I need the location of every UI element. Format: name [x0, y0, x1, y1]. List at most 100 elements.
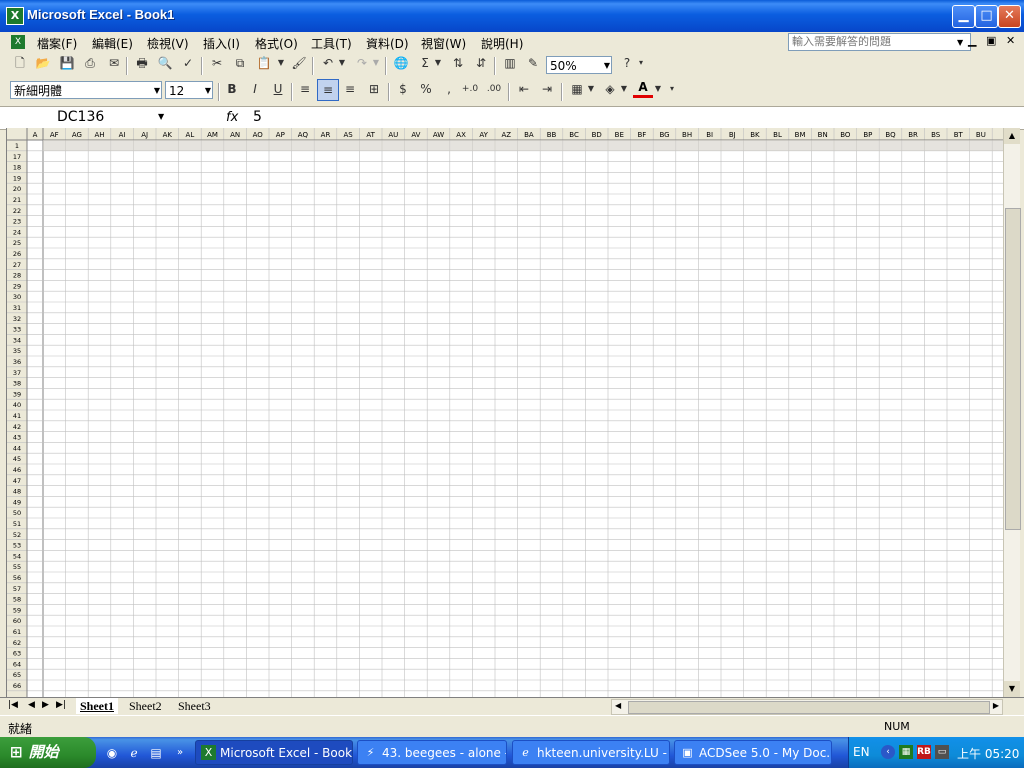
font-size-select[interactable]: 12 ▼ — [165, 81, 213, 99]
vertical-scroll-thumb[interactable] — [1005, 208, 1021, 530]
minimize-button[interactable]: ▁ — [952, 5, 975, 28]
menu-insert[interactable]: 插入(I) — [203, 35, 240, 52]
column-header-an[interactable]: AN — [230, 131, 240, 139]
column-header-bj[interactable]: BJ — [729, 131, 736, 139]
column-header-bp[interactable]: BP — [863, 131, 872, 139]
column-header-br[interactable]: BR — [908, 131, 918, 139]
sort-ascending-icon[interactable]: ⇅ — [448, 53, 468, 73]
row-header-53[interactable]: 53 — [13, 542, 21, 550]
horizontal-scroll-thumb[interactable] — [628, 701, 990, 714]
row-header-42[interactable]: 42 — [13, 423, 21, 431]
column-header-af[interactable]: AF — [50, 131, 59, 139]
last-sheet-icon[interactable]: ▶| — [56, 700, 66, 710]
column-header-bd[interactable]: BD — [592, 131, 602, 139]
scroll-up-icon[interactable]: ▲ — [1004, 128, 1020, 144]
horizontal-scrollbar[interactable]: ◀ ▶ — [611, 699, 1003, 715]
chevron-down-icon[interactable]: ▼ — [154, 82, 160, 100]
column-header-bb[interactable]: BB — [547, 131, 557, 139]
column-header-al[interactable]: AL — [186, 131, 195, 139]
row-header-32[interactable]: 32 — [13, 315, 21, 323]
row-header-27[interactable]: 27 — [13, 261, 21, 269]
menu-view[interactable]: 檢視(V) — [147, 35, 189, 52]
scroll-down-icon[interactable]: ▼ — [1004, 681, 1020, 697]
row-header-46[interactable]: 46 — [13, 466, 21, 474]
column-header-bh[interactable]: BH — [682, 131, 692, 139]
open-icon[interactable]: 📂 — [33, 53, 53, 73]
row-header-65[interactable]: 65 — [13, 671, 21, 679]
start-button[interactable]: ⊞ 開始 — [0, 737, 96, 768]
column-header-a[interactable]: A — [33, 131, 38, 139]
toolbar-options-icon[interactable]: ▾ — [667, 79, 677, 99]
menu-format[interactable]: 格式(O) — [255, 35, 298, 52]
row-header-44[interactable]: 44 — [13, 444, 21, 452]
row-header-17[interactable]: 17 — [13, 153, 21, 161]
menu-window[interactable]: 視窗(W) — [421, 35, 466, 52]
chevron-down-icon[interactable]: ▼ — [653, 79, 663, 99]
copy-icon[interactable]: ⧉ — [230, 53, 250, 73]
next-sheet-icon[interactable]: ▶ — [42, 700, 49, 710]
quicklaunch-more-icon[interactable]: » — [172, 745, 188, 761]
prev-sheet-icon[interactable]: ◀ — [28, 700, 35, 710]
task-acdsee[interactable]: ▣ ACDSee 5.0 - My Doc... — [674, 740, 832, 765]
chevron-down-icon[interactable]: ▼ — [586, 79, 596, 99]
explorer-icon[interactable]: ▤ — [148, 745, 164, 761]
outlook-icon[interactable]: ◉ — [104, 745, 120, 761]
chevron-down-icon[interactable]: ▼ — [957, 38, 963, 47]
insert-function-button[interactable]: fx — [226, 110, 238, 125]
row-header-20[interactable]: 20 — [13, 185, 21, 193]
row-header-35[interactable]: 35 — [13, 347, 21, 355]
borders-icon[interactable]: ▦ — [567, 79, 587, 99]
workbook-icon[interactable]: X — [11, 35, 25, 49]
column-header-ar[interactable]: AR — [321, 131, 331, 139]
column-header-bi[interactable]: BI — [706, 131, 713, 139]
row-header-25[interactable]: 25 — [13, 239, 21, 247]
scroll-left-icon[interactable]: ◀ — [615, 701, 621, 710]
formula-input[interactable]: 5 — [253, 109, 262, 125]
menu-tools[interactable]: 工具(T) — [311, 35, 352, 52]
workbook-minimize-icon[interactable]: ▁ — [968, 34, 976, 47]
row-header-45[interactable]: 45 — [13, 455, 21, 463]
email-icon[interactable]: ✉ — [104, 53, 124, 73]
network-icon[interactable]: ▦ — [899, 745, 913, 759]
row-header-48[interactable]: 48 — [13, 488, 21, 496]
task-browser[interactable]: ℯ hkteen.university.LU - ... — [512, 740, 670, 765]
chevron-down-icon[interactable]: ▼ — [158, 112, 164, 121]
row-header-61[interactable]: 61 — [13, 628, 21, 636]
align-right-icon[interactable]: ≡ — [340, 79, 360, 99]
column-header-ay[interactable]: AY — [479, 131, 488, 139]
column-header-ao[interactable]: AO — [253, 131, 264, 139]
language-indicator[interactable]: EN — [853, 745, 870, 759]
row-header-49[interactable]: 49 — [13, 498, 21, 506]
column-header-at[interactable]: AT — [366, 131, 375, 139]
permission-icon[interactable]: ⎙ — [80, 53, 100, 73]
column-header-bs[interactable]: BS — [931, 131, 941, 139]
column-header-ba[interactable]: BA — [524, 131, 534, 139]
row-header-52[interactable]: 52 — [13, 531, 21, 539]
task-winamp[interactable]: ⚡ 43. beegees - alone - ... — [357, 740, 507, 765]
new-icon[interactable]: 🗋 — [10, 53, 30, 73]
row-header-58[interactable]: 58 — [13, 596, 21, 604]
chevron-down-icon[interactable]: ▼ — [371, 53, 381, 73]
row-header-41[interactable]: 41 — [13, 412, 21, 420]
autosum-icon[interactable]: Σ — [415, 53, 435, 73]
currency-button[interactable]: $ — [393, 79, 413, 99]
column-header-aw[interactable]: AW — [433, 131, 444, 139]
italic-button[interactable]: I — [245, 79, 265, 99]
row-header-66[interactable]: 66 — [13, 682, 21, 690]
row-header-60[interactable]: 60 — [13, 617, 21, 625]
column-header-ax[interactable]: AX — [456, 131, 466, 139]
column-header-ah[interactable]: AH — [94, 131, 104, 139]
chevron-down-icon[interactable]: ▼ — [619, 79, 629, 99]
tab-sheet2[interactable]: Sheet2 — [125, 698, 166, 714]
chart-wizard-icon[interactable]: ▥ — [500, 53, 520, 73]
paste-icon[interactable]: 📋 — [254, 53, 274, 73]
column-header-aq[interactable]: AQ — [298, 131, 309, 139]
row-header-28[interactable]: 28 — [13, 272, 21, 280]
chevron-down-icon[interactable]: ▼ — [337, 53, 347, 73]
column-header-bk[interactable]: BK — [750, 131, 760, 139]
increase-decimal-icon[interactable]: +.0 — [460, 79, 480, 99]
row-header-22[interactable]: 22 — [13, 207, 21, 215]
chevron-down-icon[interactable]: ▼ — [276, 53, 286, 73]
row-header-56[interactable]: 56 — [13, 574, 21, 582]
column-header-bn[interactable]: BN — [818, 131, 828, 139]
